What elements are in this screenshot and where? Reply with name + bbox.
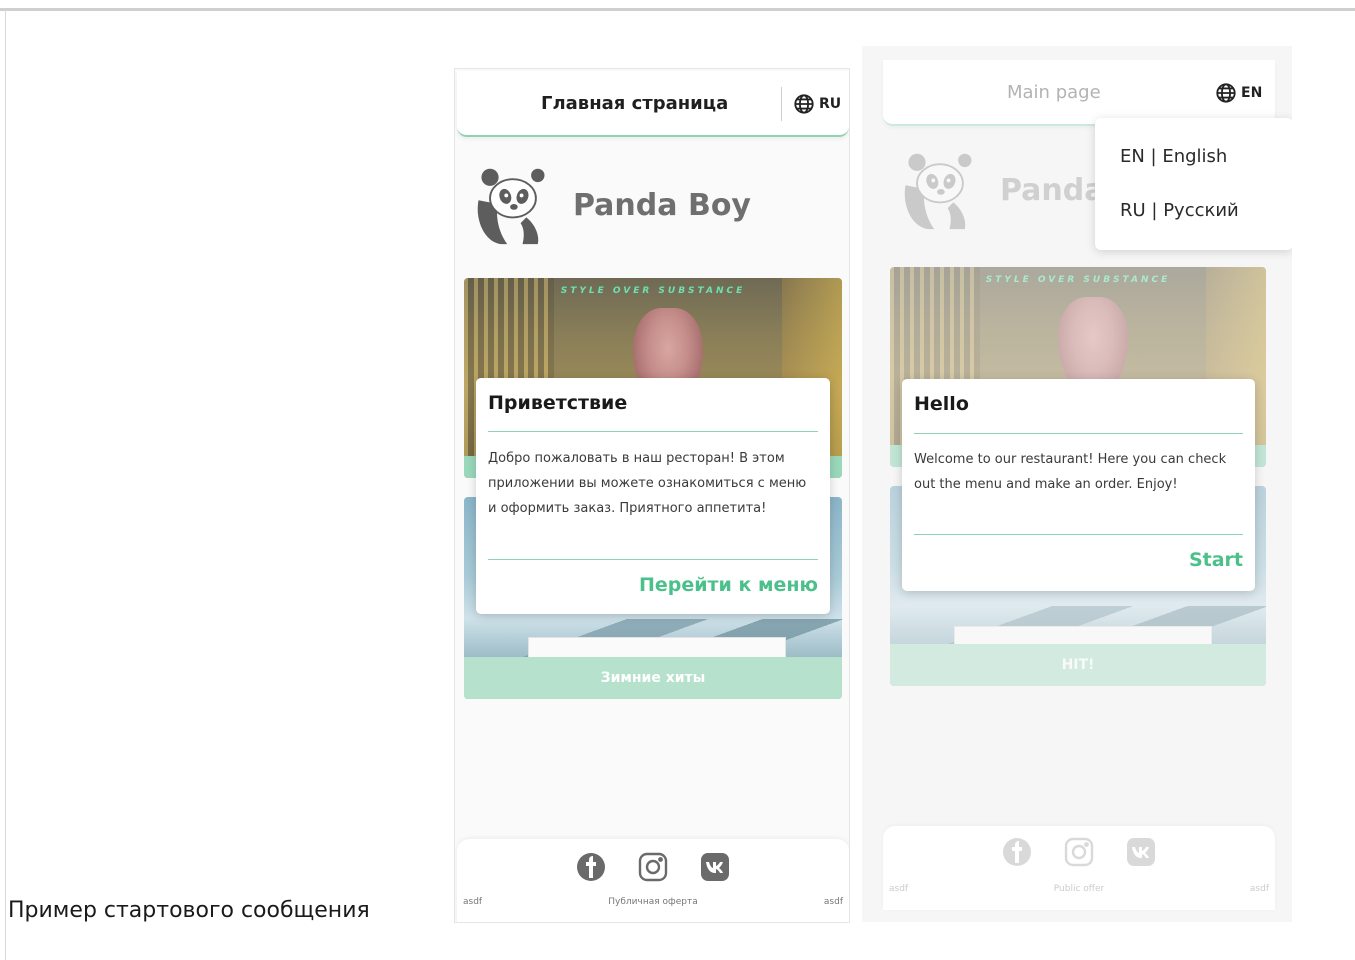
app-header: Главная страница RU xyxy=(457,71,849,137)
welcome-dialog: Hello Welcome to our restaurant! Here yo… xyxy=(902,379,1255,591)
language-option-ru[interactable]: RU | Русский xyxy=(1120,200,1239,221)
top-divider xyxy=(0,8,1355,11)
language-dropdown: EN | English RU | Русский xyxy=(1095,118,1292,250)
language-option-en[interactable]: EN | English xyxy=(1120,146,1227,167)
dialog-title: Приветствие xyxy=(488,392,628,414)
brand-name: Panda xyxy=(1000,172,1105,208)
language-code: EN xyxy=(1241,85,1263,101)
page-title: Главная страница xyxy=(541,93,729,114)
start-button[interactable]: Start xyxy=(1189,549,1243,571)
phone-screen-en: Main page EN Panda STYLE OVER SUBSTANCE xyxy=(862,46,1292,922)
instagram-icon[interactable] xyxy=(1063,836,1095,868)
welcome-dialog: Приветствие Добро пожаловать в наш ресто… xyxy=(476,378,830,614)
go-to-menu-button[interactable]: Перейти к меню xyxy=(639,574,818,596)
public-offer-link[interactable]: Публичная оферта xyxy=(457,897,849,907)
hits-label: HIT! xyxy=(890,644,1266,686)
language-button[interactable]: EN xyxy=(1215,80,1262,106)
dialog-divider xyxy=(488,431,818,432)
dialog-text: Welcome to our restaurant! Here you can … xyxy=(914,452,1227,492)
facebook-icon[interactable] xyxy=(1001,836,1033,868)
vk-icon[interactable] xyxy=(699,851,731,883)
app-footer: asdf Public offer asdf xyxy=(883,826,1275,910)
brand: Panda Boy xyxy=(469,161,751,249)
social-links xyxy=(457,851,849,883)
winter-hits-label: Зимние хиты xyxy=(464,657,842,699)
globe-icon xyxy=(1216,83,1236,103)
dialog-divider xyxy=(914,433,1243,434)
brand-name: Panda Boy xyxy=(573,187,751,223)
dialog-divider xyxy=(488,559,818,560)
dialog-title: Hello xyxy=(914,393,969,415)
panda-logo-icon xyxy=(904,153,972,230)
instagram-icon[interactable] xyxy=(637,851,669,883)
dialog-divider xyxy=(914,534,1243,535)
brand: Panda xyxy=(896,146,1105,234)
figure-caption: Пример стартового сообщения xyxy=(8,898,370,923)
left-divider xyxy=(5,10,6,960)
header-divider xyxy=(781,87,782,121)
social-links xyxy=(883,836,1275,868)
public-offer-link[interactable]: Public offer xyxy=(883,884,1275,894)
phone-screen-ru: Главная страница RU Panda Boy STYLE OVER… xyxy=(454,68,850,923)
poster-tagline: STYLE OVER SUBSTANCE xyxy=(985,275,1171,285)
banner-label-box xyxy=(528,637,786,659)
globe-icon xyxy=(794,94,814,114)
vk-icon[interactable] xyxy=(1125,836,1157,868)
language-code: RU xyxy=(819,96,842,112)
poster-tagline: STYLE OVER SUBSTANCE xyxy=(560,286,746,296)
facebook-icon[interactable] xyxy=(575,851,607,883)
language-button[interactable]: RU xyxy=(793,91,841,117)
footer-right-text: asdf xyxy=(1249,884,1269,894)
dialog-text: Добро пожаловать в наш ресторан! В этом … xyxy=(488,451,807,516)
app-header: Main page EN xyxy=(883,60,1275,126)
page-title: Main page xyxy=(1007,82,1101,103)
footer-right-text: asdf xyxy=(823,897,843,907)
app-footer: asdf Публичная оферта asdf xyxy=(457,839,849,922)
panda-logo-icon xyxy=(477,168,545,245)
